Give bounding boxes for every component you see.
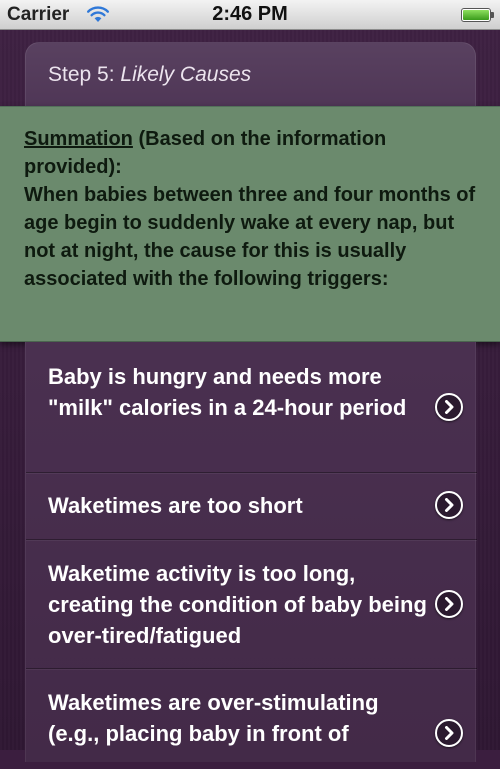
causes-list: Baby is hungry and needs more "milk" cal… [25,342,477,762]
cause-label: Waketime activity is too long, creating … [48,561,427,648]
cause-row-over-stimulating[interactable]: Waketimes are over-stimulating (e.g., pl… [26,669,477,769]
cause-row-hungry[interactable]: Baby is hungry and needs more "milk" cal… [26,342,477,473]
step-name: Likely Causes [120,63,252,86]
status-bar: Carrier 2:46 PM [0,0,500,30]
cause-row-short-waketimes[interactable]: Waketimes are too short [26,473,477,540]
cause-row-long-activity[interactable]: Waketime activity is too long, creating … [26,540,477,669]
step-title: Step 5: Likely Causes [48,63,251,87]
chevron-right-icon[interactable] [435,491,463,519]
step-number: Step 5: [48,63,121,86]
summation-label: Summation [24,128,133,150]
status-time: 2:46 PM [212,3,288,25]
cause-label: Baby is hungry and needs more "milk" cal… [48,364,407,420]
cause-label: Waketimes are over-stimulating (e.g., pl… [48,690,379,746]
cause-label: Waketimes are too short [48,493,303,518]
summation-body: When babies between three and four month… [24,184,476,290]
chevron-right-icon[interactable] [435,719,463,747]
battery-tip [491,12,494,18]
battery-icon [461,8,491,22]
chevron-right-icon[interactable] [435,590,463,618]
summation-panel: Summation (Based on the information prov… [0,106,500,342]
chevron-right-icon[interactable] [435,393,463,421]
